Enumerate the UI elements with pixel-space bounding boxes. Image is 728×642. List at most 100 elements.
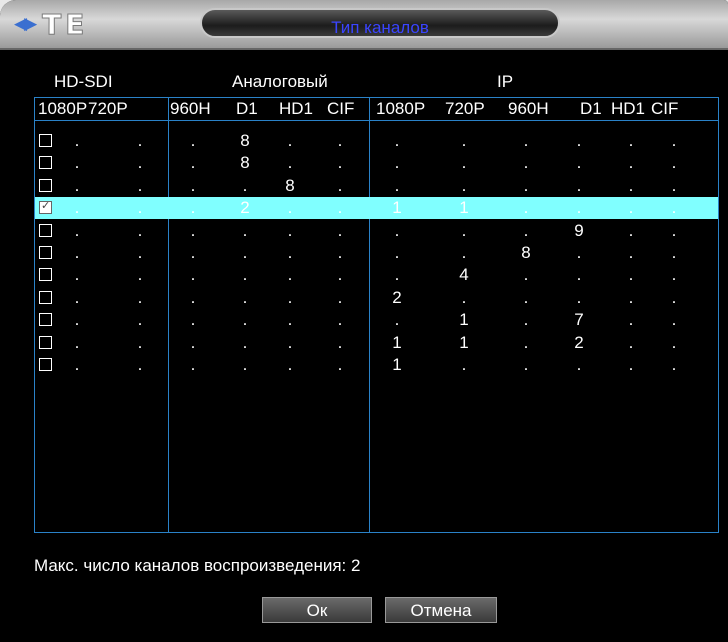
channel-count-cell: . — [190, 220, 196, 240]
channel-count-cell: 2 — [574, 332, 584, 352]
channel-count-cell: . — [461, 287, 467, 307]
channel-count-cell: . — [287, 265, 293, 285]
checkbox[interactable] — [39, 335, 52, 349]
channel-count-cell: . — [576, 287, 582, 307]
column-header-divider — [34, 120, 719, 121]
channel-count-cell: . — [576, 198, 582, 218]
dialog-title: Тип каналов — [331, 18, 429, 37]
channel-count-cell: . — [671, 220, 677, 240]
channel-count-cell: . — [337, 310, 343, 330]
checkbox[interactable] — [39, 313, 52, 327]
channel-count-cell: . — [628, 131, 634, 150]
channel-count-cell: . — [190, 175, 196, 195]
channel-row[interactable]: ....... 4.... — [35, 264, 718, 286]
channel-count-cell: . — [576, 131, 582, 150]
title-pill: Тип каналов — [200, 8, 560, 38]
channel-count-cell: . — [671, 243, 677, 262]
logo-text: TE — [42, 7, 89, 41]
channel-count-cell: 4 — [459, 265, 469, 285]
channel-count-cell: 8 — [285, 175, 295, 195]
channel-count-cell: . — [394, 243, 400, 262]
channel-count-cell: . — [337, 265, 343, 285]
channel-count-cell: 1 — [459, 310, 469, 330]
channel-row[interactable]: ✓... 2.. 1 1.... — [35, 197, 718, 220]
channel-count-cell: 1 — [459, 198, 469, 218]
channel-count-cell: . — [190, 243, 196, 262]
channel-count-cell: . — [137, 287, 143, 307]
channel-count-cell: . — [628, 220, 634, 240]
channel-count-cell: . — [671, 332, 677, 352]
channel-count-cell: . — [628, 355, 634, 374]
channel-count-cell: 1 — [392, 198, 402, 218]
channel-row[interactable]: ... 8........ — [35, 130, 718, 152]
channel-count-cell: . — [576, 243, 582, 262]
channel-type-dialog: ◀▶ TE Тип каналов HD-SDI Аналоговый IP 1… — [0, 0, 728, 642]
checkbox[interactable] — [39, 156, 52, 170]
channel-count-cell: 8 — [240, 153, 250, 173]
channel-count-cell: 8 — [521, 243, 531, 262]
channel-count-cell: . — [576, 355, 582, 374]
checkbox[interactable] — [39, 268, 52, 282]
title-bar: ◀▶ TE Тип каналов — [0, 0, 728, 50]
channel-count-cell: . — [190, 310, 196, 330]
channel-count-cell: . — [628, 198, 634, 218]
channel-count-cell: . — [137, 220, 143, 240]
channel-count-cell: . — [74, 153, 80, 173]
channel-row[interactable]: ....... 1. 7.. — [35, 309, 718, 331]
channel-count-cell: . — [74, 265, 80, 285]
channel-count-cell: . — [287, 310, 293, 330]
channel-count-cell: . — [523, 131, 529, 150]
column-header: 1080P — [376, 99, 426, 118]
channel-count-cell: . — [394, 131, 400, 150]
column-header: CIF — [651, 99, 679, 118]
channel-row[interactable]: ......... 9.. — [35, 220, 718, 242]
channel-count-cell: . — [461, 131, 467, 150]
channel-count-cell: . — [287, 131, 293, 150]
channel-count-cell: . — [523, 287, 529, 307]
channel-count-cell: . — [337, 131, 343, 150]
channel-row[interactable]: ...... 2..... — [35, 287, 718, 309]
ok-button[interactable]: Ок — [262, 597, 372, 623]
channel-count-cell: . — [337, 175, 343, 195]
channel-count-cell: . — [628, 243, 634, 262]
channel-row[interactable]: ...... 1 1. 2.. — [35, 332, 718, 354]
channel-row[interactable]: ... 8........ — [35, 152, 718, 174]
channel-count-cell: . — [461, 153, 467, 173]
channel-row[interactable]: .... 8....... — [35, 175, 718, 197]
channel-count-cell: . — [576, 265, 582, 285]
channel-count-cell: . — [74, 287, 80, 307]
channel-row[interactable]: ...... 1..... — [35, 354, 718, 376]
checkbox[interactable] — [39, 134, 52, 147]
channel-count-cell: . — [242, 310, 248, 330]
channel-count-cell: . — [337, 153, 343, 173]
channel-count-cell: . — [74, 332, 80, 352]
checkbox[interactable] — [39, 358, 52, 371]
channel-count-cell: . — [190, 153, 196, 173]
channel-count-cell: . — [190, 131, 196, 150]
channel-count-cell: 1 — [392, 355, 402, 374]
channel-count-cell: . — [137, 153, 143, 173]
channel-count-cell: . — [461, 243, 467, 262]
checkbox[interactable] — [39, 246, 52, 259]
channel-count-cell: . — [242, 332, 248, 352]
checkbox-checked[interactable]: ✓ — [39, 199, 52, 215]
cancel-button[interactable]: Отмена — [385, 597, 497, 623]
column-header: D1 — [236, 99, 258, 118]
channel-count-cell: . — [394, 310, 400, 330]
channel-count-cell: . — [242, 243, 248, 262]
channel-count-cell: . — [671, 198, 677, 218]
channel-count-cell: 1 — [459, 332, 469, 352]
channel-count-cell: . — [190, 287, 196, 307]
channel-count-cell: . — [137, 198, 143, 218]
channel-row[interactable]: ........ 8... — [35, 242, 718, 264]
channel-count-cell: 1 — [392, 332, 402, 352]
channel-count-cell: . — [287, 243, 293, 262]
column-header: 960H — [508, 99, 549, 118]
checkbox[interactable] — [39, 223, 52, 237]
channel-count-cell: . — [287, 355, 293, 374]
checkbox[interactable] — [39, 178, 52, 192]
channel-count-cell: 2 — [240, 198, 250, 218]
checkbox[interactable] — [39, 290, 52, 304]
group-analog-label: Аналоговый — [232, 72, 328, 91]
column-header: CIF — [327, 99, 355, 118]
